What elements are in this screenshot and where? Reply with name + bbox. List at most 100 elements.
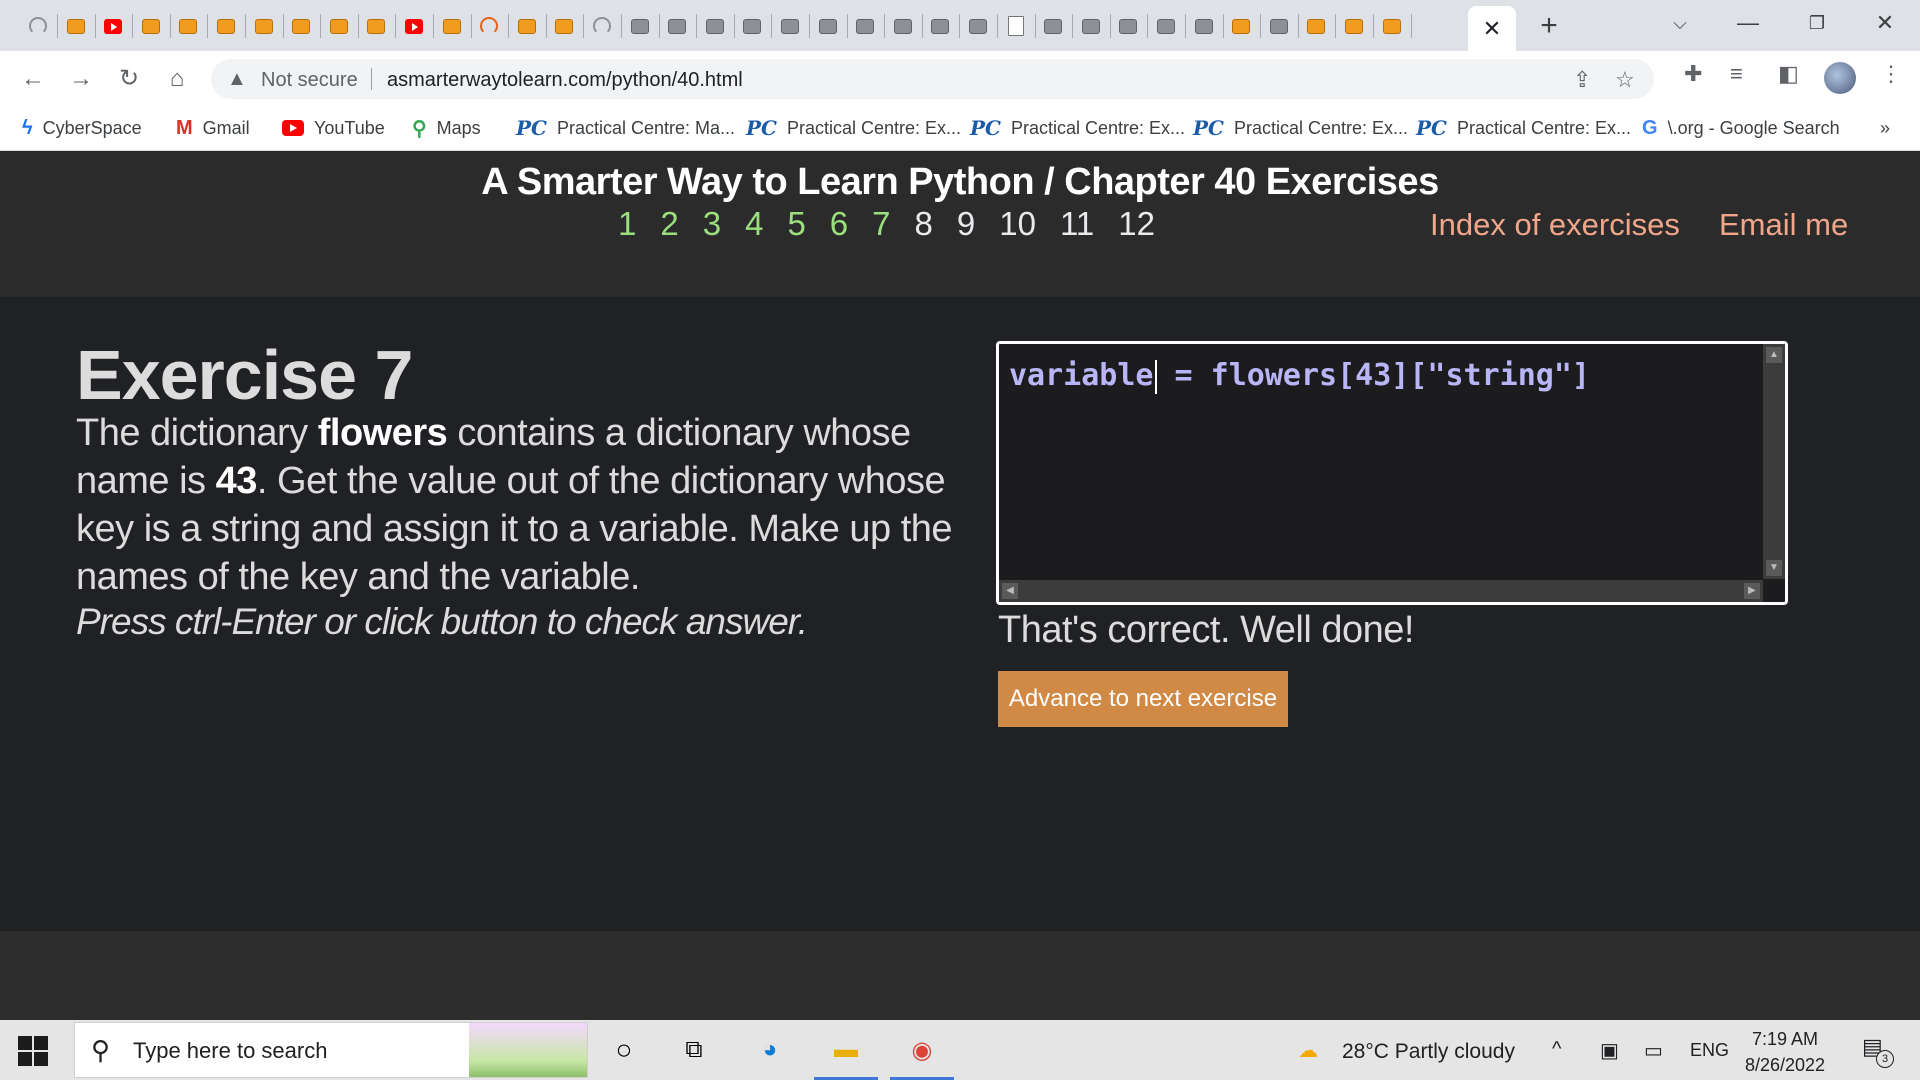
language-indicator[interactable]: ENG (1690, 1040, 1729, 1061)
exercise-link-2[interactable]: 2 (660, 205, 678, 245)
bookmark-item[interactable]: ⚲ Maps (412, 115, 481, 141)
scroll-right-icon[interactable]: ▶ (1744, 583, 1760, 599)
browser-tab[interactable] (659, 9, 695, 43)
browser-tab[interactable] (1298, 9, 1334, 43)
exercise-link-11[interactable]: 11 (1060, 205, 1094, 245)
minimize-icon[interactable]: — (1728, 8, 1768, 38)
close-window-icon[interactable]: ✕ (1865, 8, 1905, 38)
warning-icon[interactable]: ▲ (227, 68, 247, 91)
horizontal-scrollbar[interactable]: ◀ ▶ (999, 580, 1763, 602)
bookmark-item[interactable]: YouTube (282, 115, 385, 141)
email-me-link[interactable]: Email me (1719, 207, 1848, 243)
active-tab[interactable]: ✕ (1468, 6, 1516, 51)
new-tab-button[interactable]: + (1532, 10, 1566, 42)
exercise-link-8[interactable]: 8 (915, 205, 933, 245)
forward-icon[interactable]: → (64, 62, 98, 96)
exercise-link-1[interactable]: 1 (618, 205, 636, 245)
scroll-left-icon[interactable]: ◀ (1002, 583, 1018, 599)
windows-start-icon[interactable] (18, 1036, 48, 1066)
home-icon[interactable]: ⌂ (160, 62, 194, 96)
weather-icon[interactable]: ☁ (1298, 1038, 1318, 1063)
browser-tab[interactable] (58, 9, 94, 43)
address-bar[interactable]: ▲ Not secure asmarterwaytolearn.com/pyth… (211, 59, 1654, 99)
browser-tab[interactable] (584, 9, 620, 43)
exercise-link-4[interactable]: 4 (745, 205, 763, 245)
code-editor[interactable]: variable = flowers[43]["string"] ▲ ▼ ◀ ▶ (996, 341, 1788, 605)
browser-tab[interactable] (321, 9, 357, 43)
file-explorer-icon[interactable]: ▬ (828, 1032, 864, 1068)
browser-tab[interactable] (772, 9, 808, 43)
menu-icon[interactable]: ⋮ (1880, 61, 1902, 87)
browser-tab[interactable] (922, 9, 958, 43)
exercise-link-3[interactable]: 3 (703, 205, 721, 245)
browser-tab[interactable] (1223, 9, 1259, 43)
extensions-icon[interactable]: ✚ (1684, 61, 1702, 87)
bookmark-item[interactable]: G \.org - Google Search (1642, 115, 1840, 141)
browser-tab[interactable] (1110, 9, 1146, 43)
close-tab-icon[interactable]: ✕ (1483, 16, 1501, 42)
profile-avatar[interactable] (1824, 62, 1856, 94)
browser-tab[interactable] (1073, 9, 1109, 43)
browser-tab[interactable] (847, 9, 883, 43)
url-text[interactable]: asmarterwaytolearn.com/python/40.html (387, 69, 743, 92)
browser-tab[interactable] (170, 9, 206, 43)
browser-tab[interactable] (1336, 9, 1372, 43)
bookmark-item[interactable]: PC Practical Centre: Ma... (516, 115, 735, 141)
weather-text[interactable]: 28°C Partly cloudy (1342, 1040, 1515, 1064)
exercise-link-10[interactable]: 10 (999, 205, 1036, 245)
browser-tab[interactable] (622, 9, 658, 43)
browser-tab[interactable] (358, 9, 394, 43)
battery-icon[interactable]: ▭ (1644, 1038, 1663, 1063)
browser-tab[interactable] (1374, 9, 1410, 43)
scroll-up-icon[interactable]: ▲ (1766, 347, 1782, 363)
index-of-exercises-link[interactable]: Index of exercises (1430, 207, 1680, 243)
browser-tab[interactable] (396, 9, 432, 43)
bookmark-item[interactable]: M Gmail (176, 115, 250, 141)
chrome-icon[interactable]: ◉ (904, 1032, 940, 1068)
browser-tab[interactable] (960, 9, 996, 43)
browser-tab[interactable] (208, 9, 244, 43)
side-panel-icon[interactable]: ◧ (1778, 61, 1799, 87)
browser-tab[interactable] (509, 9, 545, 43)
media-control-icon[interactable]: ≡ (1730, 61, 1743, 87)
exercise-link-12[interactable]: 12 (1118, 205, 1155, 245)
tab-search-icon[interactable]: ⌵ (1660, 8, 1700, 38)
browser-tab[interactable] (434, 9, 470, 43)
bookmark-item[interactable]: PC Practical Centre: Ex... (1416, 115, 1631, 141)
code-line[interactable]: variable = flowers[43]["string"] (1009, 358, 1590, 394)
restore-icon[interactable]: ❐ (1797, 8, 1837, 38)
browser-tab[interactable] (246, 9, 282, 43)
bookmarks-overflow-button[interactable]: » (1880, 115, 1890, 141)
security-label[interactable]: Not secure (261, 69, 358, 92)
scroll-down-icon[interactable]: ▼ (1766, 560, 1782, 576)
browser-tab[interactable] (1261, 9, 1297, 43)
bookmark-item[interactable]: ϟ CyberSpace (22, 115, 142, 141)
browser-tab[interactable] (283, 9, 319, 43)
exercise-link-5[interactable]: 5 (787, 205, 805, 245)
browser-tab[interactable] (1035, 9, 1071, 43)
share-icon[interactable]: ⇪ (1573, 67, 1591, 93)
browser-tab[interactable] (1148, 9, 1184, 43)
clock[interactable]: 7:19 AM 8/26/2022 (1735, 1026, 1835, 1078)
browser-tab[interactable] (998, 9, 1034, 43)
bookmark-item[interactable]: PC Practical Centre: Ex... (746, 115, 961, 141)
show-hidden-icons-icon[interactable]: ^ (1552, 1038, 1561, 1061)
cortana-icon[interactable]: ○ (606, 1032, 642, 1068)
reload-icon[interactable]: ↻ (112, 62, 146, 96)
exercise-link-7[interactable]: 7 (872, 205, 890, 245)
bookmark-star-icon[interactable]: ☆ (1615, 67, 1635, 93)
taskbar-search[interactable]: ⚲ Type here to search (74, 1022, 588, 1078)
browser-tab[interactable] (1186, 9, 1222, 43)
exercise-link-6[interactable]: 6 (830, 205, 848, 245)
browser-tab[interactable] (885, 9, 921, 43)
exercise-link-9[interactable]: 9 (957, 205, 975, 245)
edge-icon[interactable]: ◕ (752, 1032, 788, 1068)
browser-tab[interactable] (810, 9, 846, 43)
browser-tab[interactable] (20, 9, 56, 43)
meet-now-icon[interactable]: ▣ (1600, 1038, 1619, 1063)
bookmark-item[interactable]: PC Practical Centre: Ex... (1193, 115, 1408, 141)
browser-tab[interactable] (546, 9, 582, 43)
bookmark-item[interactable]: PC Practical Centre: Ex... (970, 115, 1185, 141)
browser-tab[interactable] (133, 9, 169, 43)
browser-tab[interactable] (471, 9, 507, 43)
